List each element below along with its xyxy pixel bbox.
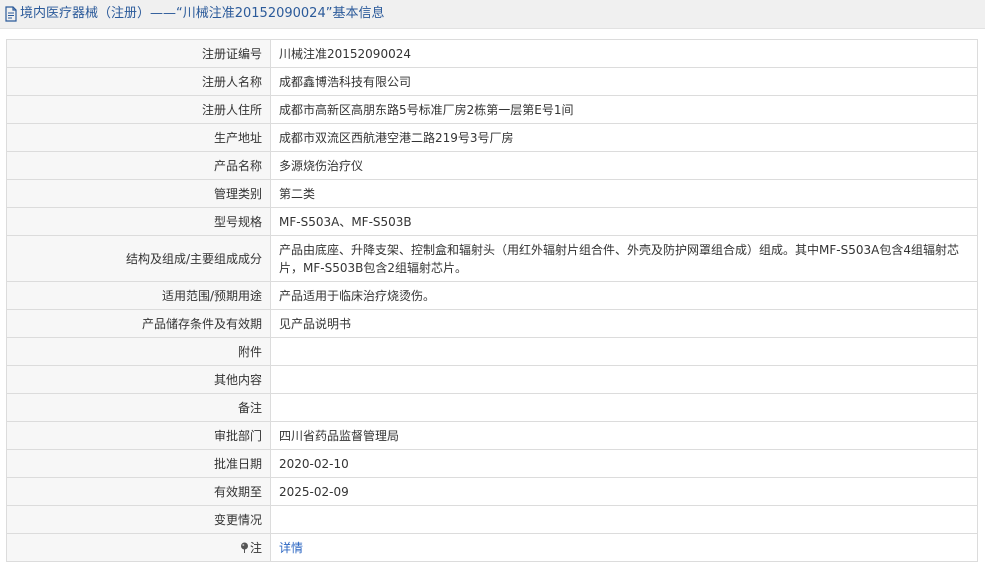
row-label: 适用范围/预期用途: [6, 281, 271, 310]
table-row: 审批部门 四川省药品监督管理局: [6, 421, 978, 450]
row-value: 成都市高新区高朋东路5号标准厂房2栋第一层第E号1间: [270, 95, 978, 124]
row-value: 见产品说明书: [270, 309, 978, 338]
row-value: 第二类: [270, 179, 978, 208]
pin-icon: [240, 540, 249, 553]
table-row: 注册人名称 成都鑫博浩科技有限公司: [6, 67, 978, 96]
table-row: 其他内容: [6, 365, 978, 394]
row-label: 有效期至: [6, 477, 271, 506]
page-title: 境内医疗器械（注册）——“川械注准20152090024”基本信息: [20, 6, 385, 21]
table-row: 产品储存条件及有效期 见产品说明书: [6, 309, 978, 338]
details-link[interactable]: 详情: [279, 541, 303, 555]
table-row: 生产地址 成都市双流区西航港空港二路219号3号厂房: [6, 123, 978, 152]
table-row: 结构及组成/主要组成成分 产品由底座、升降支架、控制盒和辐射头（用红外辐射片组合…: [6, 235, 978, 282]
table-row: 变更情况: [6, 505, 978, 534]
row-value: 2025-02-09: [270, 477, 978, 506]
table-row: 产品名称 多源烧伤治疗仪: [6, 151, 978, 180]
document-icon: [4, 6, 18, 22]
note-label: 注: [249, 540, 262, 555]
row-value: 多源烧伤治疗仪: [270, 151, 978, 180]
row-label: 产品储存条件及有效期: [6, 309, 271, 338]
row-label: 备注: [6, 393, 271, 422]
row-label: 其他内容: [6, 365, 271, 394]
info-table: 注册证编号 川械注准20152090024 注册人名称 成都鑫博浩科技有限公司 …: [6, 39, 978, 562]
row-value: MF-S503A、MF-S503B: [270, 207, 978, 236]
row-value: [270, 393, 978, 422]
table-row: 附件: [6, 337, 978, 366]
row-value: [270, 505, 978, 534]
row-label: 管理类别: [6, 179, 271, 208]
row-value: 产品适用于临床治疗烧烫伤。: [270, 281, 978, 310]
row-value: [270, 337, 978, 366]
row-label: 注册证编号: [6, 39, 271, 68]
row-label: 生产地址: [6, 123, 271, 152]
row-label: 结构及组成/主要组成成分: [6, 235, 271, 282]
table-row: 注册证编号 川械注准20152090024: [6, 39, 978, 68]
row-label: 型号规格: [6, 207, 271, 236]
table-row: 适用范围/预期用途 产品适用于临床治疗烧烫伤。: [6, 281, 978, 310]
table-row: 型号规格 MF-S503A、MF-S503B: [6, 207, 978, 236]
row-value: 成都市双流区西航港空港二路219号3号厂房: [270, 123, 978, 152]
row-value: 成都鑫博浩科技有限公司: [270, 67, 978, 96]
note-label-cell: 注: [6, 533, 271, 562]
row-value: 2020-02-10: [270, 449, 978, 478]
table-row: 备注: [6, 393, 978, 422]
table-row-note: 注 详情: [6, 533, 978, 562]
table-row: 批准日期 2020-02-10: [6, 449, 978, 478]
page-header: 境内医疗器械（注册）——“川械注准20152090024”基本信息: [0, 0, 985, 29]
row-label: 注册人住所: [6, 95, 271, 124]
row-label: 审批部门: [6, 421, 271, 450]
note-value-cell: 详情: [270, 533, 978, 562]
row-value: 产品由底座、升降支架、控制盒和辐射头（用红外辐射片组合件、外壳及防护网罩组合成）…: [270, 235, 978, 282]
table-row: 有效期至 2025-02-09: [6, 477, 978, 506]
table-row: 注册人住所 成都市高新区高朋东路5号标准厂房2栋第一层第E号1间: [6, 95, 978, 124]
row-label: 批准日期: [6, 449, 271, 478]
row-label: 变更情况: [6, 505, 271, 534]
table-row: 管理类别 第二类: [6, 179, 978, 208]
row-label: 注册人名称: [6, 67, 271, 96]
row-label: 产品名称: [6, 151, 271, 180]
row-value: 川械注准20152090024: [270, 39, 978, 68]
row-label: 附件: [6, 337, 271, 366]
row-value: [270, 365, 978, 394]
row-value: 四川省药品监督管理局: [270, 421, 978, 450]
